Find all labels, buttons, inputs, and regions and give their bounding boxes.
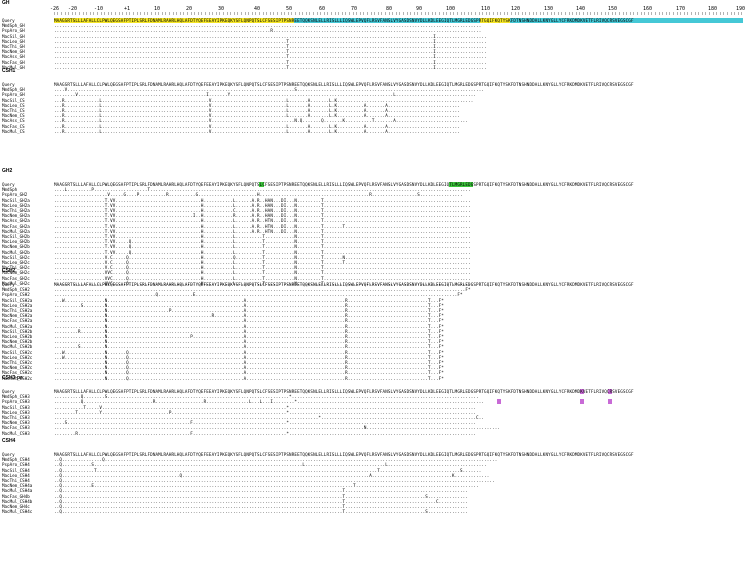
ruler-tick-label: 160 xyxy=(643,6,653,12)
ruler-tick-label: 150 xyxy=(608,6,618,12)
ruler-tick-label: 190 xyxy=(736,6,745,12)
sequence-label: MacMul_CSH4c xyxy=(2,509,33,515)
ruler-tick-label: -10 xyxy=(94,6,104,12)
alignment-row: MacMul_CSH2c ...................N.......Q… xyxy=(0,376,745,381)
sequence-residues: ..Q.....................................… xyxy=(54,509,469,515)
ruler-tick-label: 140 xyxy=(576,6,586,12)
alignment-row: MacMul_GH...............................… xyxy=(0,65,745,70)
ruler-tick-label: +1 xyxy=(124,6,131,12)
ruler-tick-label: 40 xyxy=(254,6,261,12)
ruler-title: GH xyxy=(2,0,10,6)
ruler-tick-label: 10 xyxy=(154,6,161,12)
ruler-tick-label: 50 xyxy=(286,6,293,12)
ruler-tick-label: 30 xyxy=(218,6,225,12)
ruler-tick-label: -26 xyxy=(50,6,60,12)
alignment-row: MacMul_CSH4c ..Q.........................… xyxy=(0,509,745,514)
section-title: CSH1 xyxy=(2,68,16,74)
sequence-label: MacMul_CS xyxy=(2,128,25,134)
ruler-tick-label: -20 xyxy=(68,6,78,12)
section-title: CSH2 xyxy=(2,268,16,274)
ruler-tick-label: 110 xyxy=(481,6,491,12)
sequence-residues: ........................................… xyxy=(54,64,487,70)
sequence-residues: ...R.............L......................… xyxy=(54,128,461,134)
ruler-tick-label: 120 xyxy=(511,6,521,12)
ruler-tick-label: 130 xyxy=(544,6,554,12)
ruler-tick-label: 90 xyxy=(416,6,423,12)
ruler-tick-label: 70 xyxy=(351,6,358,12)
alignment-row: MacMul_CS ...R.............L.............… xyxy=(0,129,745,134)
section-title: CSH4 xyxy=(2,438,16,444)
ruler-tick-label: 80 xyxy=(386,6,393,12)
ruler-ticks xyxy=(54,12,744,15)
ruler-tick-label: 60 xyxy=(319,6,326,12)
sequence-residues: ...................N.......Q............… xyxy=(54,375,444,381)
sequence-residues: ........R...............................… xyxy=(54,430,477,436)
position-ruler: -26 -20 -10 +1 10 20 30 40 50 60 70 80 90 100 110 120 13… xyxy=(0,7,745,17)
ruler-tick-label: 180 xyxy=(708,6,718,12)
ruler-tick-label: 100 xyxy=(446,6,456,12)
section-title: CSH3-ps xyxy=(2,375,23,381)
sequence-label: MacMul_CSH3 xyxy=(2,430,30,436)
section-title: GH2 xyxy=(2,168,13,174)
ruler-tick-label: 20 xyxy=(186,6,193,12)
ruler-tick-label: 170 xyxy=(676,6,686,12)
alignment-row: MacMul_CSH3 ........R....................… xyxy=(0,431,745,436)
